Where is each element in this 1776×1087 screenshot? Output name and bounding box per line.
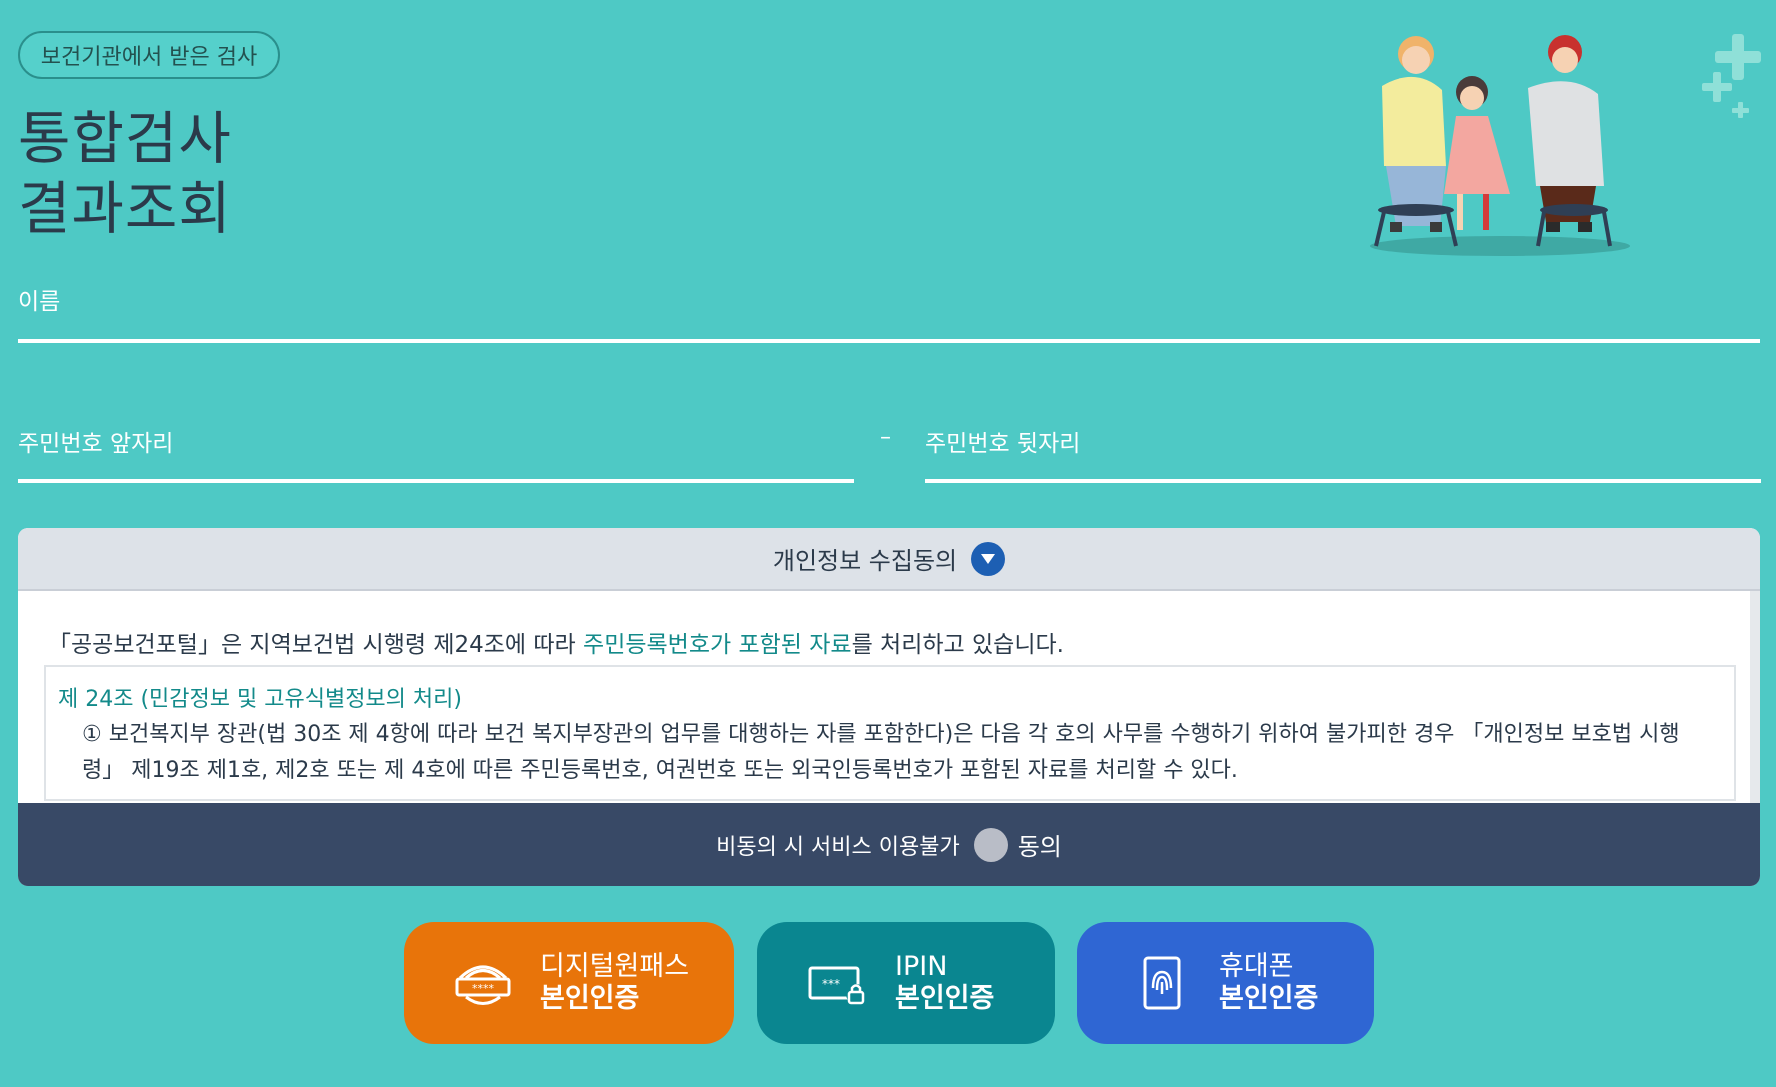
digital-onepass-button[interactable]: **** 디지털원패스 본인인증: [404, 922, 734, 1044]
ipin-button[interactable]: *** IPIN 본인인증: [757, 922, 1055, 1044]
agree-radio[interactable]: [973, 827, 1008, 862]
article-text: ① 보건복지부 장관(법 30조 제 4항에 따라 보건 복지부장관의 업무를 …: [82, 722, 1680, 783]
chevron-down-icon[interactable]: [971, 541, 1006, 576]
consent-intro-end: 를 처리하고 있습니다.: [851, 632, 1064, 658]
phone-auth-label: 휴대폰: [1219, 951, 1294, 982]
article-box: 제 24조 (민감정보 및 고유식별정보의 처리) ① 보건복지부 장관(법 3…: [44, 665, 1736, 801]
consent-header[interactable]: 개인정보 수집동의: [18, 528, 1760, 591]
privacy-consent-panel: 개인정보 수집동의 「공공보건포털」은 지역보건법 시행령 제24조에 따라 주…: [18, 528, 1760, 886]
ipin-label: IPIN: [895, 951, 948, 982]
article-title: 제 24조 (민감정보 및 고유식별정보의 처리): [58, 687, 462, 712]
ipin-icon: ***: [808, 966, 866, 1005]
name-input[interactable]: [18, 282, 1760, 343]
phone-icon: [1143, 956, 1181, 1010]
rrn-front-underline: [18, 479, 854, 483]
rrn-front-input[interactable]: [18, 424, 854, 483]
digital-onepass-label: 디지털원패스: [540, 951, 690, 982]
page-title: 통합검사 결과조회: [18, 104, 232, 244]
page-title-line1: 통합검사: [18, 106, 232, 172]
rrn-front-field[interactable]: 주민번호 앞자리: [18, 424, 854, 483]
consent-body: 「공공보건포털」은 지역보건법 시행령 제24조에 따라 주민등록번호가 포함된…: [18, 591, 1760, 803]
category-badge: 보건기관에서 받은 검사: [18, 31, 280, 79]
family-doctor-illustration: [1370, 34, 1761, 256]
consent-header-title: 개인정보 수집동의: [772, 547, 958, 575]
disagree-notice: 비동의 시 서비스 이용불가: [716, 834, 960, 860]
consent-scrollbar[interactable]: [1750, 591, 1760, 803]
phone-auth-button[interactable]: 휴대폰 본인인증: [1077, 922, 1374, 1044]
svg-text:***: ***: [822, 977, 840, 991]
name-field[interactable]: 이름: [18, 282, 1760, 343]
name-underline: [18, 339, 1760, 343]
phone-auth-sublabel: 본인인증: [1219, 983, 1319, 1014]
rrn-back-field[interactable]: 주민번호 뒷자리: [925, 424, 1761, 483]
consent-footer: 비동의 시 서비스 이용불가 동의: [18, 803, 1760, 886]
consent-intro-text: 「공공보건포털」은 지역보건법 시행령 제24조에 따라: [48, 632, 584, 658]
digital-onepass-sublabel: 본인인증: [540, 983, 640, 1014]
ipin-sublabel: 본인인증: [895, 983, 995, 1014]
rrn-separator: –: [880, 425, 891, 450]
page-title-line2: 결과조회: [18, 176, 232, 242]
consent-intro-highlight: 주민등록번호가 포함된 자료: [583, 632, 852, 658]
digital-onepass-icon: ****: [455, 965, 511, 1005]
svg-text:****: ****: [472, 982, 495, 995]
agree-label[interactable]: 동의: [1018, 827, 1062, 862]
rrn-back-underline: [925, 479, 1761, 483]
rrn-back-input[interactable]: [925, 424, 1761, 483]
consent-intro: 「공공보건포털」은 지역보건법 시행령 제24조에 따라 주민등록번호가 포함된…: [48, 625, 1064, 659]
